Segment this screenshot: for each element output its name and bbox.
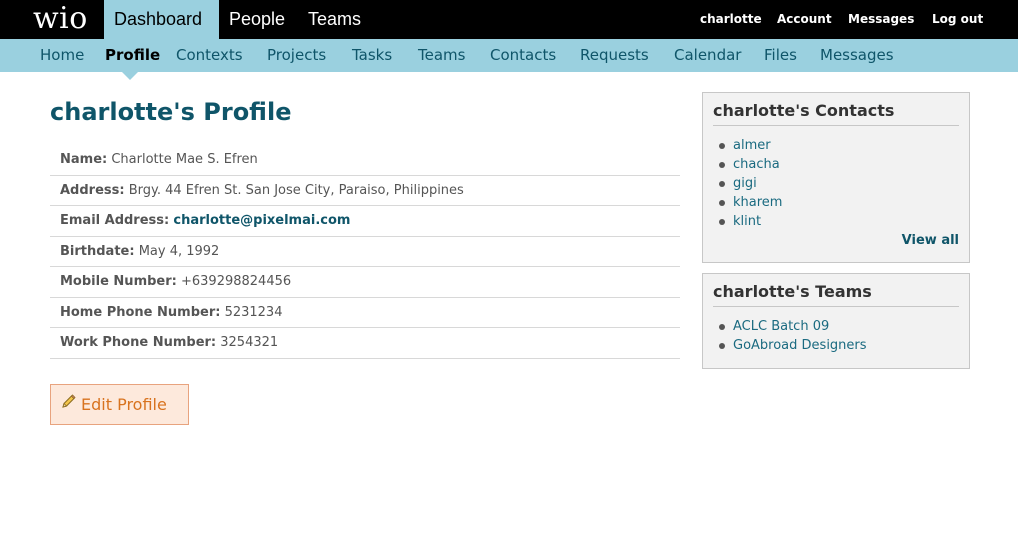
list-item: klint	[719, 212, 959, 231]
subnav-tasks[interactable]: Tasks	[352, 39, 392, 72]
field-label: Work Phone Number:	[60, 335, 217, 350]
profile-row-work-phone: Work Phone Number: 3254321	[50, 328, 680, 359]
contacts-box: charlotte's Contacts almer chacha gigi k…	[702, 92, 970, 263]
active-tab-pointer	[122, 72, 138, 80]
list-item: ACLC Batch 09	[719, 317, 959, 336]
teams-title: charlotte's Teams	[713, 282, 959, 307]
team-link[interactable]: ACLC Batch 09	[733, 319, 829, 334]
field-label: Name:	[60, 152, 108, 167]
messages-link[interactable]: Messages	[848, 0, 914, 39]
profile-row-mobile: Mobile Number: +639298824456	[50, 267, 680, 298]
field-value: +639298824456	[180, 274, 292, 289]
subnav-messages[interactable]: Messages	[820, 39, 894, 72]
subnav-calendar[interactable]: Calendar	[674, 39, 741, 72]
field-value: 3254321	[220, 335, 279, 350]
field-label: Birthdate:	[60, 243, 135, 259]
bullet-icon	[719, 219, 725, 225]
subnav-teams[interactable]: Teams	[418, 39, 465, 72]
top-bar: wio Dashboard People Teams charlotte Acc…	[0, 0, 1018, 39]
team-link[interactable]: GoAbroad Designers	[733, 338, 867, 353]
main-nav-dashboard[interactable]: Dashboard	[104, 0, 219, 39]
contact-link[interactable]: gigi	[733, 176, 757, 191]
contacts-title: charlotte's Contacts	[713, 101, 959, 126]
profile-info-table: Name: Charlotte Mae S. Efren Address: Br…	[50, 145, 680, 359]
subnav-requests[interactable]: Requests	[580, 39, 649, 72]
list-item: almer	[719, 136, 959, 155]
user-name-link[interactable]: charlotte	[700, 0, 762, 39]
profile-row-home-phone: Home Phone Number: 5231234	[50, 298, 680, 328]
list-item: gigi	[719, 174, 959, 193]
bullet-icon	[719, 143, 725, 149]
wio-logo[interactable]: wio	[33, 2, 88, 36]
edit-profile-label: Edit Profile	[81, 395, 167, 414]
bullet-icon	[719, 200, 725, 206]
teams-list: ACLC Batch 09 GoAbroad Designers	[719, 317, 959, 355]
field-value: May 4, 1992	[138, 243, 220, 259]
contacts-list: almer chacha gigi kharem klint	[719, 136, 959, 231]
list-item: GoAbroad Designers	[719, 336, 959, 355]
bullet-icon	[719, 324, 725, 330]
email-link[interactable]: charlotte@pixelmai.com	[173, 213, 350, 228]
edit-profile-button[interactable]: Edit Profile	[50, 384, 189, 425]
subnav-contacts[interactable]: Contacts	[490, 39, 556, 72]
field-label: Mobile Number:	[60, 274, 177, 289]
profile-row-birthdate: Birthdate: May 4, 1992	[50, 237, 680, 267]
field-label: Home Phone Number:	[60, 304, 221, 320]
list-item: chacha	[719, 155, 959, 174]
field-label: Address:	[60, 182, 125, 198]
sub-nav: Home Profile Contexts Projects Tasks Tea…	[0, 39, 1018, 80]
profile-row-address: Address: Brgy. 44 Efren St. San Jose Cit…	[50, 176, 680, 206]
bullet-icon	[719, 181, 725, 187]
page-title: charlotte's Profile	[50, 98, 292, 126]
subnav-contexts[interactable]: Contexts	[176, 39, 243, 72]
bullet-icon	[719, 343, 725, 349]
subnav-profile[interactable]: Profile	[105, 39, 160, 72]
contact-link[interactable]: klint	[733, 214, 761, 229]
profile-row-name: Name: Charlotte Mae S. Efren	[50, 145, 680, 176]
contact-link[interactable]: almer	[733, 138, 771, 153]
field-value: 5231234	[224, 304, 283, 320]
bullet-icon	[719, 162, 725, 168]
subnav-projects[interactable]: Projects	[267, 39, 326, 72]
field-value: Charlotte Mae S. Efren	[111, 152, 258, 167]
main-nav-people[interactable]: People	[229, 0, 285, 39]
contact-link[interactable]: chacha	[733, 157, 780, 172]
main-nav-teams[interactable]: Teams	[308, 0, 361, 39]
teams-box: charlotte's Teams ACLC Batch 09 GoAbroad…	[702, 273, 970, 369]
contact-link[interactable]: kharem	[733, 195, 782, 210]
list-item: kharem	[719, 193, 959, 212]
logout-link[interactable]: Log out	[932, 0, 983, 39]
profile-row-email: Email Address: charlotte@pixelmai.com	[50, 206, 680, 237]
field-label: Email Address:	[60, 213, 170, 228]
subnav-files[interactable]: Files	[764, 39, 797, 72]
field-value: Brgy. 44 Efren St. San Jose City, Parais…	[128, 182, 464, 198]
pencil-icon	[61, 384, 76, 423]
view-all-contacts-link[interactable]: View all	[703, 233, 959, 248]
subnav-home[interactable]: Home	[40, 39, 84, 72]
account-link[interactable]: Account	[777, 0, 832, 39]
